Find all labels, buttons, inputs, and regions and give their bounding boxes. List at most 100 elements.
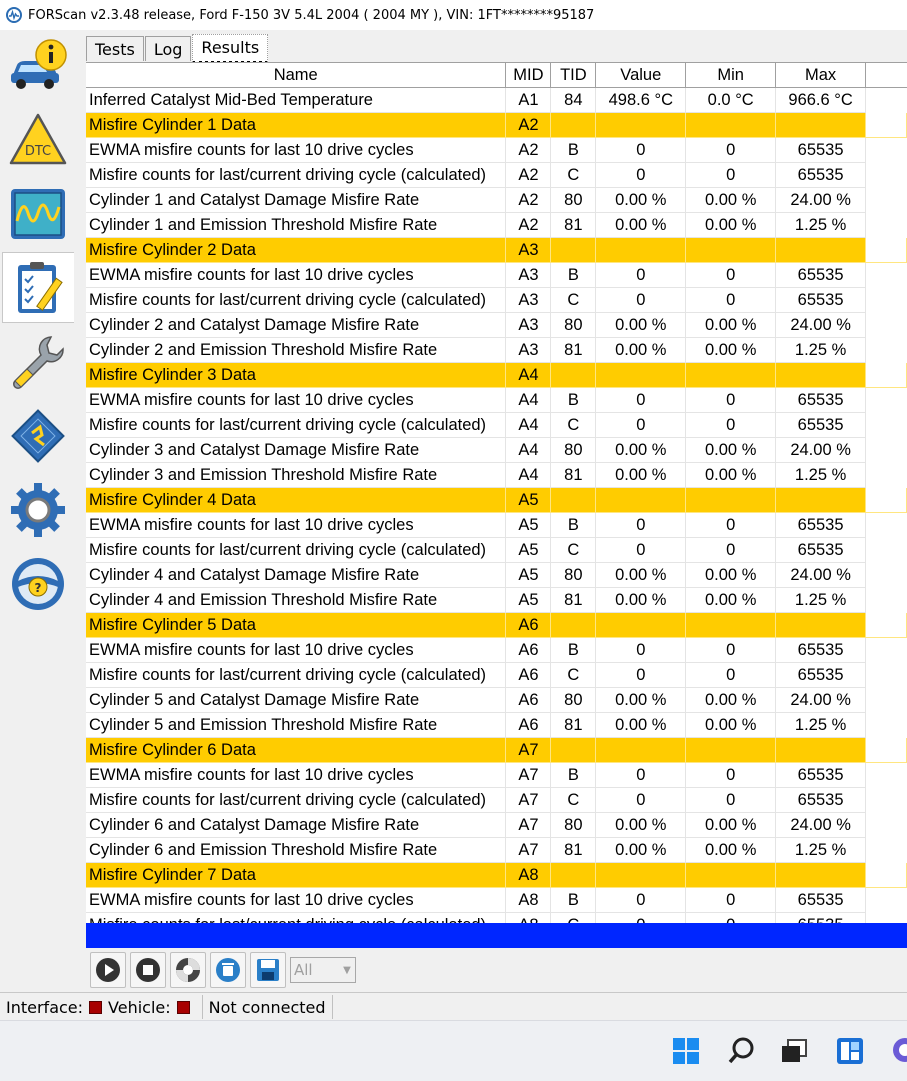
tab-log[interactable]: Log [144,36,192,61]
chip-icon [11,408,65,463]
table-row[interactable]: EWMA misfire counts for last 10 drive cy… [86,262,907,288]
column-header-value[interactable]: Value [595,63,687,88]
chevron-down-icon[interactable]: ▼ [339,958,355,982]
search-icon[interactable] [725,1035,757,1067]
cell-filler [866,288,907,313]
table-row[interactable]: Misfire counts for last/current driving … [86,537,907,563]
cell-mid: A7 [505,812,552,838]
cell-name: Cylinder 6 and Emission Threshold Misfir… [86,837,507,863]
windows-start-icon[interactable] [670,1035,702,1067]
table-row[interactable]: Cylinder 3 and Emission Threshold Misfir… [86,462,907,488]
cell-tid: 81 [550,337,597,363]
table-row[interactable]: Cylinder 6 and Catalyst Damage Misfire R… [86,812,907,838]
table-row[interactable]: Cylinder 2 and Catalyst Damage Misfire R… [86,312,907,338]
group-row[interactable]: Misfire Cylinder 4 Data A5 [86,487,907,513]
group-row[interactable]: Misfire Cylinder 1 Data A2 [86,112,907,138]
cell-min: 0.00 % [685,587,777,613]
cell-mid: A2 [505,162,552,188]
column-header-name[interactable]: Name [86,63,507,88]
cell-name: Cylinder 3 and Catalyst Damage Misfire R… [86,437,507,463]
column-header-tid[interactable]: TID [550,63,597,88]
table-row[interactable]: Cylinder 5 and Catalyst Damage Misfire R… [86,687,907,713]
sidebar-item-help[interactable]: ? [2,548,74,619]
tab-results[interactable]: Results [192,34,269,64]
cell-min: 0 [685,412,777,438]
table-row[interactable]: EWMA misfire counts for last 10 drive cy… [86,887,907,913]
cell-value: 0 [595,662,687,688]
sidebar-item-configuration[interactable] [2,400,74,471]
table-row[interactable]: Misfire counts for last/current driving … [86,287,907,313]
cell-value: 0.00 % [595,687,687,713]
cell-max: 24.00 % [775,312,867,338]
results-grid[interactable]: Name MID TID Value Min Max Inferred Cata… [86,62,907,924]
column-header-mid[interactable]: MID [505,63,552,88]
table-row[interactable]: Cylinder 4 and Emission Threshold Misfir… [86,587,907,613]
cell-max: 1.25 % [775,462,867,488]
cell-value: 0.00 % [595,712,687,738]
play-button[interactable] [90,952,126,988]
table-row[interactable]: Cylinder 1 and Emission Threshold Misfir… [86,212,907,238]
help-lifebuoy-button[interactable] [170,952,206,988]
cell-name: Misfire counts for last/current driving … [86,287,507,313]
table-row[interactable]: EWMA misfire counts for last 10 drive cy… [86,387,907,413]
widgets-icon[interactable] [834,1035,866,1067]
chat-icon[interactable] [888,1035,907,1067]
cell-filler [865,112,907,138]
table-row[interactable]: EWMA misfire counts for last 10 drive cy… [86,512,907,538]
task-view-icon[interactable] [778,1035,810,1067]
cell-tid [550,362,597,388]
sidebar-item-settings[interactable] [2,474,74,545]
table-row[interactable]: Misfire counts for last/current driving … [86,162,907,188]
table-row[interactable]: Cylinder 6 and Emission Threshold Misfir… [86,837,907,863]
column-header-min[interactable]: Min [685,63,777,88]
cell-tid: 81 [550,712,597,738]
table-row[interactable]: Misfire counts for last/current driving … [86,412,907,438]
cell-max: 1.25 % [775,712,867,738]
table-row[interactable]: Cylinder 1 and Catalyst Damage Misfire R… [86,187,907,213]
table-row[interactable]: Cylinder 2 and Emission Threshold Misfir… [86,337,907,363]
table-row[interactable]: Misfire counts for last/current driving … [86,662,907,688]
group-row[interactable]: Misfire Cylinder 7 Data A8 [86,862,907,888]
cell-tid: C [550,662,597,688]
sidebar-item-vehicle-info[interactable] [2,30,74,101]
tab-tests[interactable]: Tests [86,36,144,61]
forscan-app-icon [6,7,22,23]
table-row[interactable]: Cylinder 3 and Catalyst Damage Misfire R… [86,437,907,463]
table-row[interactable]: Cylinder 4 and Catalyst Damage Misfire R… [86,562,907,588]
cell-mid: A6 [505,612,552,638]
table-row[interactable]: EWMA misfire counts for last 10 drive cy… [86,637,907,663]
group-row[interactable]: Misfire Cylinder 5 Data A6 [86,612,907,638]
sidebar-item-tests[interactable] [2,252,74,323]
cell-max [775,612,867,638]
group-row[interactable]: Misfire Cylinder 3 Data A4 [86,362,907,388]
cell-mid: A6 [505,712,552,738]
clear-button[interactable] [210,952,246,988]
title-bar: FORScan v2.3.48 release, Ford F-150 3V 5… [0,0,907,30]
sidebar-item-dtc[interactable]: DTC [2,104,74,175]
play-icon [96,958,120,982]
group-row[interactable]: Misfire Cylinder 6 Data A7 [86,737,907,763]
table-row[interactable]: EWMA misfire counts for last 10 drive cy… [86,762,907,788]
stop-button[interactable] [130,952,166,988]
sidebar-item-oscilloscope[interactable] [2,178,74,249]
table-row[interactable]: Inferred Catalyst Mid-Bed Temperature A1 8… [86,87,907,113]
interface-label: Interface: [6,997,84,1017]
cell-min: 0.00 % [685,712,777,738]
cell-max [775,112,867,138]
sidebar-item-service[interactable] [2,326,74,397]
filter-select[interactable]: All ▼ [290,957,356,983]
table-row[interactable]: EWMA misfire counts for last 10 drive cy… [86,137,907,163]
cell-name: Misfire Cylinder 1 Data [86,112,507,138]
group-row[interactable]: Misfire Cylinder 2 Data A3 [86,237,907,263]
cell-min: 0 [685,387,777,413]
cell-value: 0 [595,387,687,413]
cell-mid: A7 [505,762,552,788]
cell-tid [550,862,597,888]
table-row[interactable]: Misfire counts for last/current driving … [86,787,907,813]
column-header-max[interactable]: Max [775,63,867,88]
cell-min: 0.00 % [685,462,777,488]
save-button[interactable] [250,952,286,988]
cell-filler [866,713,907,738]
table-row[interactable]: Cylinder 5 and Emission Threshold Misfir… [86,712,907,738]
cell-value: 0 [595,287,687,313]
